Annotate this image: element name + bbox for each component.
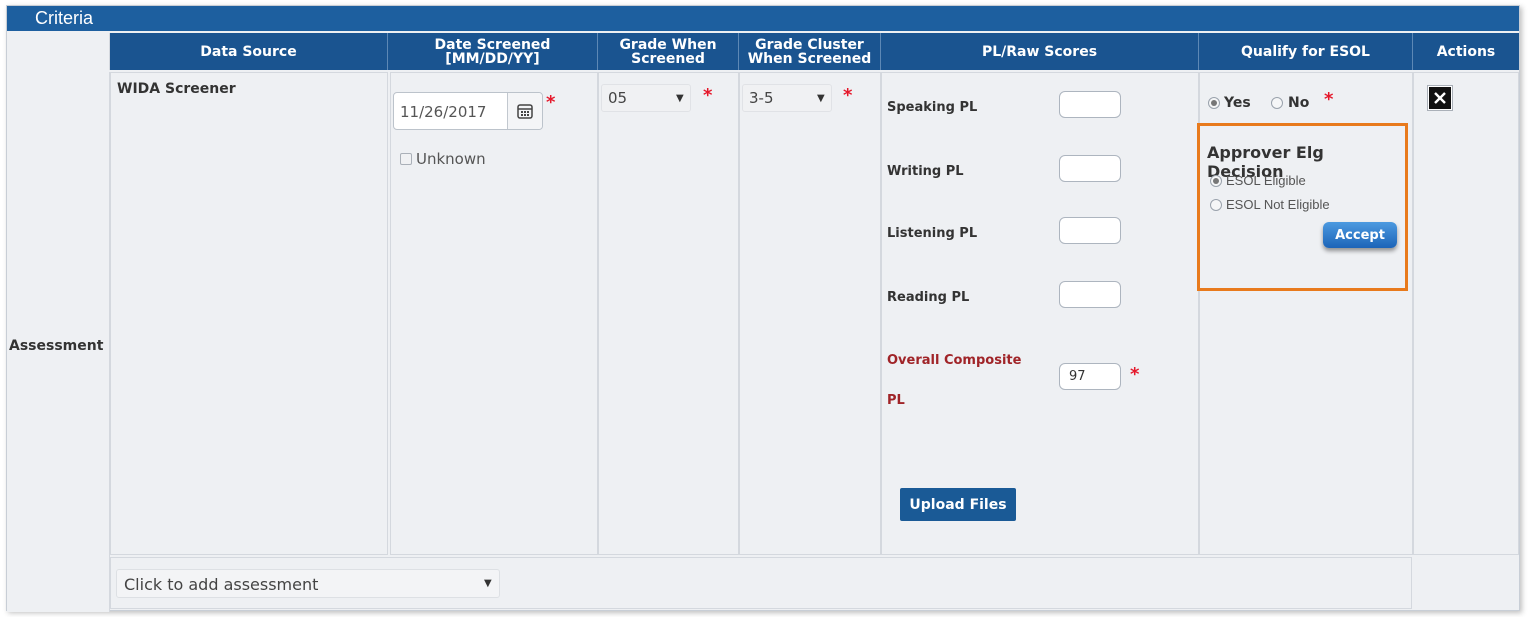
qualify-cell: Yes No * Approver Elg Decision ESOL Elig… [1197,72,1413,555]
writing-pl-input[interactable] [1059,155,1121,182]
grade-when-cell: 05 ▼ * [598,72,739,555]
grade-cluster-required-mark: * [843,85,853,106]
calendar-icon[interactable] [507,93,542,129]
qualify-yes-radio[interactable] [1208,97,1220,109]
header-data-source: Data Source [110,33,388,70]
actions-cell [1413,72,1519,555]
listening-pl-input[interactable] [1059,217,1121,244]
header-pl-raw-scores: PL/Raw Scores [881,33,1199,70]
header-actions: Actions [1413,33,1519,70]
listening-pl-label: Listening PL [887,226,978,241]
unknown-label: Unknown [416,150,486,168]
header-blank [7,33,110,70]
chevron-down-icon: ▼ [676,93,684,104]
overall-composite-input[interactable]: 97 [1059,363,1121,390]
unknown-checkbox[interactable] [400,153,412,165]
grade-cluster-select[interactable]: 3-5 ▼ [742,84,832,112]
add-assessment-row: Click to add assessment ▼ [110,557,1412,609]
qualify-yes-label: Yes [1224,95,1251,111]
data-source-value: WIDA Screener [117,81,236,97]
date-screened-cell: 11/26/2017 * Unknown [390,72,598,555]
reading-pl-input[interactable] [1059,281,1121,308]
header-qualify-esol: Qualify for ESOL [1199,33,1413,70]
speaking-pl-input[interactable] [1059,91,1121,118]
reading-pl-label: Reading PL [887,290,970,305]
add-assessment-select[interactable]: Click to add assessment ▼ [116,569,500,598]
grade-cluster-cell: 3-5 ▼ * [739,72,881,555]
qualify-no-radio[interactable] [1271,97,1283,109]
header-date-screened: Date Screened [MM/DD/YY] [388,33,598,70]
approver-decision-box: Approver Elg Decision ESOL Eligible ESOL… [1197,123,1408,291]
date-required-mark: * [546,92,556,113]
accept-button[interactable]: Accept [1323,222,1397,248]
esol-eligible-label: ESOL Eligible [1226,173,1306,188]
panel-title: Criteria [7,6,1519,31]
upload-files-button[interactable]: Upload Files [900,488,1016,521]
pl-scores-cell: Speaking PL Writing PL Listening PL Read… [881,72,1199,555]
row-label: Assessment [9,338,104,354]
grade-required-mark: * [703,85,713,106]
esol-not-eligible-radio[interactable] [1210,199,1222,211]
header-grade-cluster: Grade Cluster When Screened [739,33,881,70]
date-input[interactable]: 11/26/2017 [393,92,543,130]
qualify-no-label: No [1288,95,1310,111]
criteria-panel: Criteria Data Source Date Screened [MM/DD… [6,5,1520,612]
esol-eligible-radio[interactable] [1210,175,1222,187]
row-label-cell: Assessment [7,72,110,612]
overall-composite-label: Overall Composite [887,353,1022,368]
esol-not-eligible-label: ESOL Not Eligible [1226,197,1330,212]
header-grade-when-screened: Grade When Screened [598,33,739,70]
close-icon [1429,87,1451,109]
grade-select[interactable]: 05 ▼ [601,84,691,112]
qualify-required-mark: * [1324,89,1334,110]
writing-pl-label: Writing PL [887,164,964,179]
overall-composite-label-2: PL [887,393,905,408]
chevron-down-icon: ▼ [817,93,825,104]
delete-button[interactable] [1427,85,1453,111]
overall-required-mark: * [1130,364,1140,385]
speaking-pl-label: Speaking PL [887,100,978,115]
data-source-cell: WIDA Screener [110,72,388,555]
chevron-down-icon: ▼ [484,578,492,589]
